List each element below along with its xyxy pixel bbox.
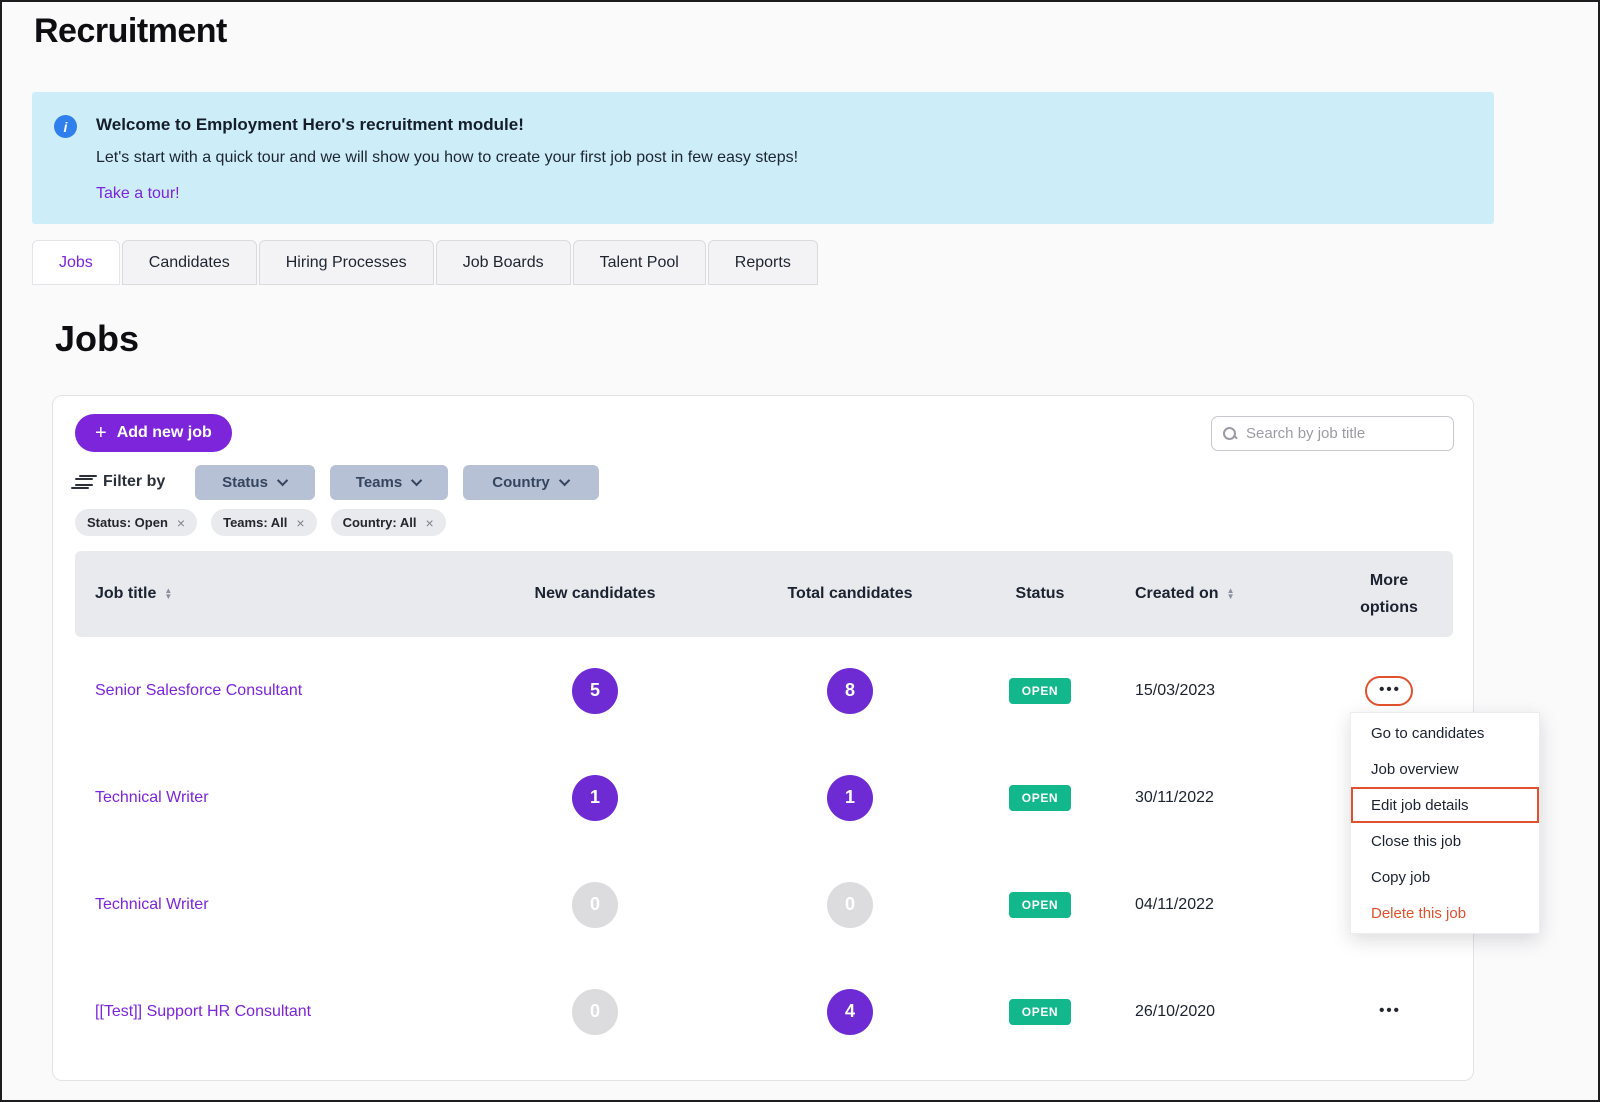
new-candidates-count: 0	[572, 989, 618, 1035]
status-header: Status	[965, 585, 1115, 603]
more-options-button[interactable]: •••	[1365, 997, 1413, 1027]
tab-talent-pool[interactable]: Talent Pool	[573, 240, 706, 285]
filter-icon	[75, 475, 93, 489]
job-title-link[interactable]: [[Test]] Support HR Consultant	[75, 1003, 455, 1021]
tab-jobs[interactable]: Jobs	[32, 240, 120, 285]
created-on-value: 26/10/2020	[1115, 1003, 1325, 1021]
filter-by-text: Filter by	[103, 473, 165, 491]
status-filter-dropdown[interactable]: Status	[195, 465, 315, 500]
job-search-box	[1211, 416, 1454, 451]
tab-candidates[interactable]: Candidates	[122, 240, 257, 285]
created-on-header-label: Created on	[1135, 585, 1219, 603]
banner-body: Let's start with a quick tour and we wil…	[96, 149, 798, 167]
menu-item-copy-job[interactable]: Copy job	[1351, 859, 1539, 895]
total-candidates-header: Total candidates	[735, 585, 965, 603]
job-title-header[interactable]: Job title ▲ ▼	[75, 585, 455, 603]
info-icon: i	[54, 115, 77, 138]
table-row: [[Test]] Support HR Consultant 0 4 OPEN …	[75, 958, 1453, 1065]
add-new-job-label: Add new job	[117, 424, 212, 442]
status-badge: OPEN	[1009, 892, 1071, 918]
chip-label: Status: Open	[87, 515, 168, 530]
country-filter-label: Country	[492, 474, 550, 491]
active-filter-chips: Status: Open × Teams: All × Country: All…	[75, 509, 446, 536]
page-title: Recruitment	[34, 12, 227, 51]
row-context-menu: Go to candidates Job overview Edit job d…	[1350, 712, 1540, 934]
filter-chip-status: Status: Open ×	[75, 509, 197, 536]
recruitment-page: Recruitment i Welcome to Employment Hero…	[0, 0, 1600, 1102]
new-candidates-header: New candidates	[455, 585, 735, 603]
created-on-value: 04/11/2022	[1115, 896, 1325, 914]
chip-label: Country: All	[343, 515, 417, 530]
tab-job-boards[interactable]: Job Boards	[436, 240, 571, 285]
jobs-table: Job title ▲ ▼ New candidates Total candi…	[75, 551, 1453, 1065]
new-candidates-count: 1	[572, 775, 618, 821]
plus-icon: +	[95, 423, 107, 443]
more-options-button[interactable]: •••	[1365, 676, 1413, 706]
chevron-down-icon	[411, 475, 422, 486]
total-candidates-count: 1	[827, 775, 873, 821]
filter-by-label: Filter by	[75, 473, 171, 491]
status-badge: OPEN	[1009, 785, 1071, 811]
welcome-banner: i Welcome to Employment Hero's recruitme…	[32, 92, 1494, 224]
created-on-value: 15/03/2023	[1115, 682, 1325, 700]
chevron-down-icon	[277, 475, 288, 486]
filter-chip-country: Country: All ×	[331, 509, 446, 536]
add-new-job-button[interactable]: + Add new job	[75, 414, 232, 452]
job-title-header-label: Job title	[95, 585, 156, 603]
sort-desc-icon: ▼	[164, 594, 172, 600]
new-candidates-count: 5	[572, 668, 618, 714]
jobs-section-heading: Jobs	[55, 318, 139, 360]
banner-title: Welcome to Employment Hero's recruitment…	[96, 115, 524, 135]
total-candidates-count: 8	[827, 668, 873, 714]
job-title-link[interactable]: Technical Writer	[75, 896, 455, 914]
filter-row: Filter by Status Teams Country	[75, 464, 599, 500]
status-badge: OPEN	[1009, 678, 1071, 704]
new-candidates-count: 0	[572, 882, 618, 928]
status-filter-label: Status	[222, 474, 268, 491]
created-on-header[interactable]: Created on ▲ ▼	[1115, 585, 1325, 603]
filter-chip-teams: Teams: All ×	[211, 509, 316, 536]
menu-item-job-overview[interactable]: Job overview	[1351, 751, 1539, 787]
more-options-header: More options	[1325, 567, 1453, 621]
jobs-table-header: Job title ▲ ▼ New candidates Total candi…	[75, 551, 1453, 637]
sort-desc-icon: ▼	[1227, 594, 1235, 600]
teams-filter-label: Teams	[356, 474, 402, 491]
sort-icon: ▲ ▼	[1227, 588, 1235, 600]
job-title-link[interactable]: Technical Writer	[75, 789, 455, 807]
job-title-link[interactable]: Senior Salesforce Consultant	[75, 682, 455, 700]
total-candidates-count: 0	[827, 882, 873, 928]
chip-remove-icon[interactable]: ×	[296, 515, 304, 531]
menu-item-go-to-candidates[interactable]: Go to candidates	[1351, 715, 1539, 751]
sort-icon: ▲ ▼	[164, 588, 172, 600]
chip-remove-icon[interactable]: ×	[177, 515, 185, 531]
search-input[interactable]	[1246, 425, 1445, 442]
take-a-tour-link[interactable]: Take a tour!	[96, 185, 180, 203]
table-row: Senior Salesforce Consultant 5 8 OPEN 15…	[75, 637, 1453, 744]
country-filter-dropdown[interactable]: Country	[463, 465, 599, 500]
total-candidates-count: 4	[827, 989, 873, 1035]
jobs-card: + Add new job Filter by Status Teams Cou…	[52, 395, 1474, 1081]
menu-item-delete-this-job[interactable]: Delete this job	[1351, 895, 1539, 931]
menu-item-close-this-job[interactable]: Close this job	[1351, 823, 1539, 859]
created-on-value: 30/11/2022	[1115, 789, 1325, 807]
table-row: Technical Writer 0 0 OPEN 04/11/2022 •••	[75, 851, 1453, 958]
chip-label: Teams: All	[223, 515, 287, 530]
module-tabs: Jobs Candidates Hiring Processes Job Boa…	[32, 240, 818, 285]
chevron-down-icon	[559, 475, 570, 486]
menu-item-edit-job-details[interactable]: Edit job details	[1351, 787, 1539, 823]
search-icon	[1222, 426, 1238, 442]
chip-remove-icon[interactable]: ×	[425, 515, 433, 531]
table-row: Technical Writer 1 1 OPEN 30/11/2022 •••	[75, 744, 1453, 851]
teams-filter-dropdown[interactable]: Teams	[330, 465, 448, 500]
status-badge: OPEN	[1009, 999, 1071, 1025]
tab-reports[interactable]: Reports	[708, 240, 818, 285]
tab-hiring-processes[interactable]: Hiring Processes	[259, 240, 434, 285]
